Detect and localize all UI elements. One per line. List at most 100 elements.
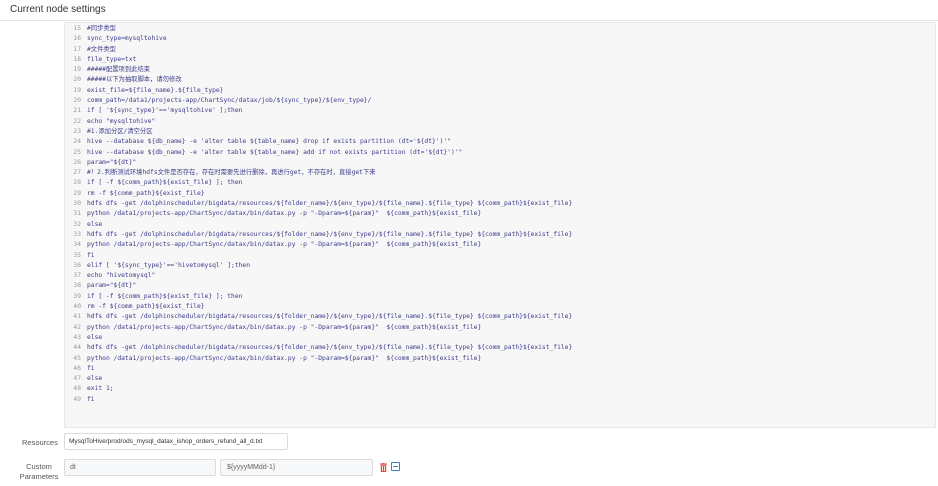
line-code: #####配置项到此结束 bbox=[87, 66, 151, 74]
line-code: hdfs dfs -get /dolphinscheduler/bigdata/… bbox=[87, 313, 573, 321]
code-line[interactable]: 41 hdfs dfs -get /dolphinscheduler/bigdat… bbox=[65, 312, 935, 322]
code-line[interactable]: 22 echo "mysqltohive" bbox=[65, 117, 935, 127]
code-line[interactable]: 21 if [ '${sync_type}'=='mysqltohive' ];t… bbox=[65, 106, 935, 116]
line-code: #1.添加分区/清空分区 bbox=[87, 127, 153, 135]
line-code: fi bbox=[87, 251, 95, 259]
line-code: python /data1/projects-app/ChartSync/dat… bbox=[87, 241, 482, 249]
code-lines[interactable]: 15 #同步类型 16 sync_type=mysqltohive 17 #文件类型 18 f… bbox=[65, 24, 935, 405]
line-code: hive --database ${db_name} -e 'alter tab… bbox=[87, 138, 451, 146]
code-line[interactable]: 15 #同步类型 bbox=[65, 24, 935, 34]
script-editor[interactable]: 15 #同步类型 16 sync_type=mysqltohive 17 #文件类型 18 f… bbox=[64, 22, 936, 428]
code-line[interactable]: 45 python /data1/projects-app/ChartSync/d… bbox=[65, 354, 935, 364]
line-code: else bbox=[87, 375, 103, 383]
code-line[interactable]: 29 rm -f ${comm_path}${exist_file} bbox=[65, 189, 935, 199]
code-line[interactable]: 32 else bbox=[65, 220, 935, 230]
code-line[interactable]: 27 #！2.判断测试环境hdfs文件是否存在，存在时需要先进行删除，再进行get… bbox=[65, 168, 935, 178]
line-number: 19 bbox=[73, 66, 81, 74]
line-number: 20 bbox=[73, 76, 81, 84]
line-number: 29 bbox=[73, 189, 81, 197]
code-line[interactable]: 37 echo "hivetomysql" bbox=[65, 271, 935, 281]
line-number: 45 bbox=[73, 354, 81, 362]
line-number: 26 bbox=[73, 158, 81, 166]
line-number: 47 bbox=[73, 375, 81, 383]
code-line[interactable]: 30 hdfs dfs -get /dolphinscheduler/bigdat… bbox=[65, 199, 935, 209]
line-code: exist_file=${file_name}.${file_type} bbox=[87, 86, 224, 94]
line-code: echo "hivetomysql" bbox=[87, 272, 156, 280]
code-line[interactable]: 46 fi bbox=[65, 364, 935, 374]
line-number: 23 bbox=[73, 127, 81, 135]
line-number: 43 bbox=[73, 333, 81, 341]
line-code: else bbox=[87, 333, 103, 341]
line-code: echo "mysqltohive" bbox=[87, 117, 156, 125]
line-code: fi bbox=[87, 395, 95, 403]
line-number: 48 bbox=[73, 385, 81, 393]
line-code: comm_path=/data1/projects-app/ChartSync/… bbox=[87, 97, 372, 105]
line-code: #！2.判断测试环境hdfs文件是否存在，存在时需要先进行删除，再进行get，不… bbox=[87, 169, 376, 177]
line-number: 39 bbox=[73, 292, 81, 300]
code-line[interactable]: 17 #文件类型 bbox=[65, 45, 935, 55]
code-line[interactable]: 49 fi bbox=[65, 395, 935, 405]
line-number: 30 bbox=[73, 200, 81, 208]
line-code: if [ '${sync_type}'=='mysqltohive' ];the… bbox=[87, 107, 243, 115]
line-code: python /data1/projects-app/ChartSync/dat… bbox=[87, 354, 482, 362]
line-number: 28 bbox=[73, 179, 81, 187]
code-line[interactable]: 33 hdfs dfs -get /dolphinscheduler/bigdat… bbox=[65, 230, 935, 240]
line-number: 21 bbox=[73, 107, 81, 115]
line-code: param="${dt}" bbox=[87, 158, 137, 166]
code-line[interactable]: 35 fi bbox=[65, 251, 935, 261]
code-line[interactable]: 20 #####以下为抽取脚本，请勿修改 bbox=[65, 75, 935, 85]
code-line[interactable]: 47 else bbox=[65, 374, 935, 384]
code-line[interactable]: 42 python /data1/projects-app/ChartSync/d… bbox=[65, 323, 935, 333]
line-number: 19 bbox=[73, 86, 81, 94]
code-line[interactable]: 19 exist_file=${file_name}.${file_type} bbox=[65, 86, 935, 96]
line-code: file_type=txt bbox=[87, 55, 137, 63]
line-code: exit 1; bbox=[87, 385, 114, 393]
line-number: 15 bbox=[73, 25, 81, 32]
code-line[interactable]: 16 sync_type=mysqltohive bbox=[65, 34, 935, 44]
line-number: 20 bbox=[73, 97, 81, 105]
code-line[interactable]: 24 hive --database ${db_name} -e 'alter t… bbox=[65, 137, 935, 147]
code-line[interactable]: 31 python /data1/projects-app/ChartSync/d… bbox=[65, 209, 935, 219]
line-number: 18 bbox=[73, 55, 81, 63]
code-line[interactable]: 25 hive --database ${db_name} -e 'alter t… bbox=[65, 148, 935, 158]
code-line[interactable]: 40 rm -f ${comm_path}${exist_file} bbox=[65, 302, 935, 312]
code-line[interactable]: 34 python /data1/projects-app/ChartSync/d… bbox=[65, 240, 935, 250]
code-line[interactable]: 38 param="${dt}" bbox=[65, 281, 935, 291]
line-code: if [ -f ${comm_path}${exist_file} ]; the… bbox=[87, 179, 243, 187]
line-code: python /data1/projects-app/ChartSync/dat… bbox=[87, 210, 482, 218]
code-line[interactable]: 23 #1.添加分区/清空分区 bbox=[65, 127, 935, 137]
code-line[interactable]: 39 if [ -f ${comm_path}${exist_file} ]; t… bbox=[65, 292, 935, 302]
line-code: fi bbox=[87, 364, 95, 372]
line-code: param="${dt}" bbox=[87, 282, 137, 290]
line-number: 46 bbox=[73, 364, 81, 372]
line-number: 24 bbox=[73, 138, 81, 146]
line-code: if [ -f ${comm_path}${exist_file} ]; the… bbox=[87, 292, 243, 300]
custom-parameter-value-input[interactable]: ${yyyyMMdd-1} bbox=[220, 459, 373, 476]
line-code: rm -f ${comm_path}${exist_file} bbox=[87, 303, 205, 311]
code-line[interactable]: 18 file_type=txt bbox=[65, 55, 935, 65]
code-line[interactable]: 48 exit 1; bbox=[65, 384, 935, 394]
code-line[interactable]: 26 param="${dt}" bbox=[65, 158, 935, 168]
line-number: 40 bbox=[73, 303, 81, 311]
line-number: 41 bbox=[73, 313, 81, 321]
custom-parameter-key-input[interactable]: dt bbox=[64, 459, 216, 476]
line-number: 16 bbox=[73, 35, 81, 43]
resources-label: Resources bbox=[22, 438, 58, 447]
trash-icon[interactable] bbox=[380, 463, 387, 472]
line-code: #####以下为抽取脚本，请勿修改 bbox=[87, 76, 182, 84]
line-number: 35 bbox=[73, 251, 81, 259]
line-number: 38 bbox=[73, 282, 81, 290]
code-line[interactable]: 28 if [ -f ${comm_path}${exist_file} ]; t… bbox=[65, 178, 935, 188]
add-box-icon[interactable] bbox=[391, 462, 400, 471]
line-code: python /data1/projects-app/ChartSync/dat… bbox=[87, 323, 482, 331]
line-number: 25 bbox=[73, 148, 81, 156]
resources-select[interactable]: MysqlToHive/prod/ods_mysql_datax_ishop_o… bbox=[64, 433, 288, 450]
code-line[interactable]: 20 comm_path=/data1/projects-app/ChartSyn… bbox=[65, 96, 935, 106]
code-line[interactable]: 44 hdfs dfs -get /dolphinscheduler/bigdat… bbox=[65, 343, 935, 353]
custom-parameters-label: Custom Parameters bbox=[19, 462, 59, 481]
code-line[interactable]: 36 elif [ '${sync_type}'=='hivetomysql' ]… bbox=[65, 261, 935, 271]
code-line[interactable]: 19 #####配置项到此结束 bbox=[65, 65, 935, 75]
code-line[interactable]: 43 else bbox=[65, 333, 935, 343]
line-code: hdfs dfs -get /dolphinscheduler/bigdata/… bbox=[87, 344, 573, 352]
line-number: 44 bbox=[73, 344, 81, 352]
